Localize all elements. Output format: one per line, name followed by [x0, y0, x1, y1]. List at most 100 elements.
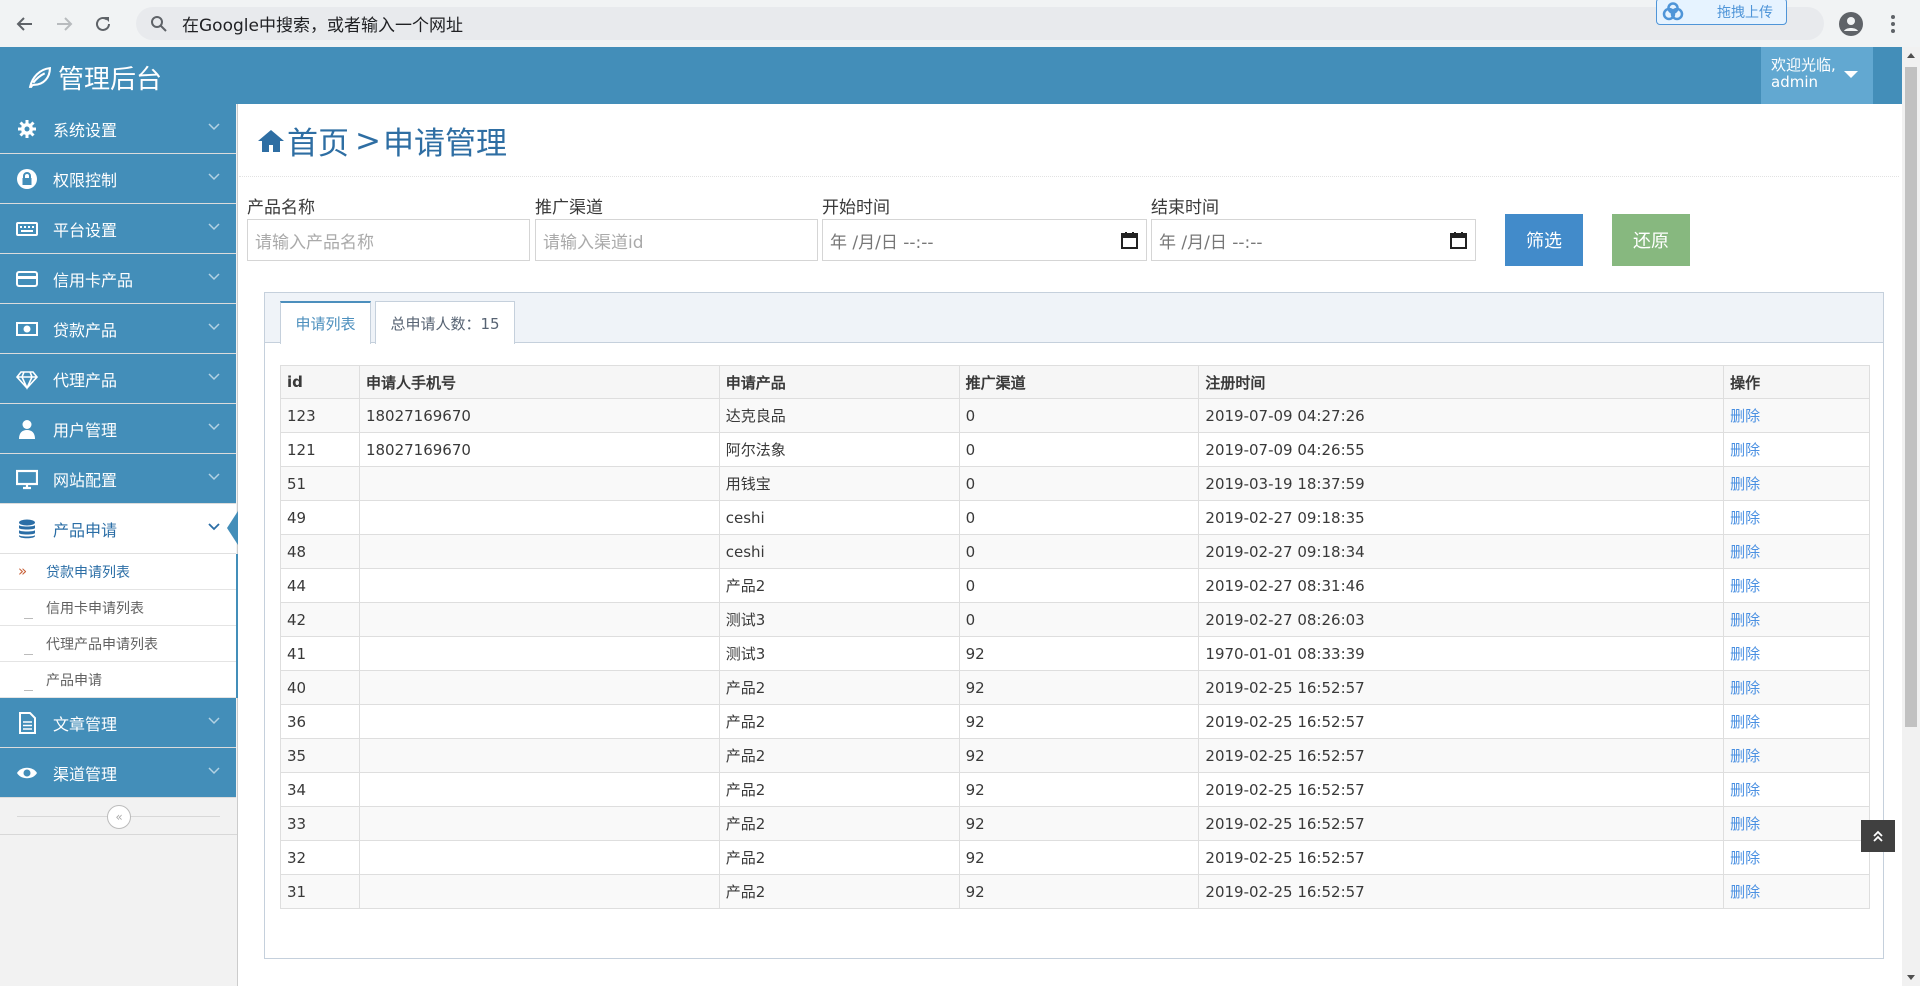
cell-product: 产品2 [718, 840, 960, 875]
scrollbar-thumb[interactable] [1905, 67, 1917, 727]
cell-id: 123 [280, 398, 360, 433]
main-content: 首页 > 申请管理 产品名称 请输入产品名称 推广渠道 请输入渠道id 开始时间… [239, 104, 1899, 986]
column-header-id[interactable]: id [280, 365, 360, 399]
title-divider [239, 176, 1899, 177]
cell-product: 产品2 [718, 874, 960, 909]
product-name-input[interactable]: 请输入产品名称 [247, 219, 530, 261]
submenu-item-agent-product-applications[interactable]: 代理产品申请列表 [0, 626, 236, 662]
cell-product: ceshi [718, 534, 960, 569]
account-icon[interactable] [1838, 11, 1864, 37]
submenu-item-credit-card-applications[interactable]: 信用卡申请列表 [0, 590, 236, 626]
delete-link[interactable]: 删除 [1730, 543, 1760, 561]
breadcrumb-home[interactable]: 首页 [287, 118, 349, 163]
cell-channel: 0 [958, 398, 1200, 433]
channel-input[interactable]: 请输入渠道id [535, 219, 818, 261]
sidebar-item-loan-products[interactable]: 贷款产品 [0, 304, 236, 354]
scroll-up-arrow[interactable] [1907, 53, 1915, 58]
scroll-down-arrow[interactable] [1907, 975, 1915, 980]
cell-registered: 2019-02-27 08:31:46 [1198, 568, 1725, 603]
cell-channel: 0 [958, 534, 1200, 569]
sidebar-item-system-settings[interactable]: 系统设置 [0, 104, 236, 154]
search-icon [151, 15, 167, 32]
delete-link[interactable]: 删除 [1730, 407, 1760, 425]
cell-actions: 删除 [1723, 772, 1870, 807]
breadcrumb: 首页 > 申请管理 [257, 118, 507, 163]
delete-link[interactable]: 删除 [1730, 645, 1760, 663]
calendar-icon[interactable] [1121, 231, 1138, 249]
cell-id: 33 [280, 806, 360, 841]
sidebar-item-credit-card-products[interactable]: 信用卡产品 [0, 254, 236, 304]
sidebar-item-agent-products[interactable]: 代理产品 [0, 354, 236, 404]
reset-button[interactable]: 还原 [1612, 214, 1690, 266]
column-header-product[interactable]: 申请产品 [718, 365, 960, 399]
table-row: 36 产品2 92 2019-02-25 16:52:57 删除 [280, 704, 1870, 739]
sidebar-collapse-bar: « [0, 798, 237, 835]
delete-link[interactable]: 删除 [1730, 577, 1760, 595]
cell-registered: 2019-03-19 18:37:59 [1198, 466, 1725, 501]
applications-panel: 申请列表 总申请人数：15 id 申请人手机号 申请产品 推广渠道 注册时间 操… [264, 292, 1884, 959]
table-row: 41 测试3 92 1970-01-01 08:33:39 删除 [280, 636, 1870, 671]
forward-button[interactable] [51, 11, 77, 37]
end-time-input[interactable]: 年 /月/日 --:-- [1151, 219, 1476, 261]
delete-link[interactable]: 删除 [1730, 713, 1760, 731]
cell-actions: 删除 [1723, 636, 1870, 671]
column-header-channel[interactable]: 推广渠道 [958, 365, 1200, 399]
user-menu[interactable]: 欢迎光临, admin [1761, 47, 1873, 104]
column-header-registered[interactable]: 注册时间 [1198, 365, 1725, 399]
eye-icon [16, 762, 38, 784]
vertical-scrollbar[interactable] [1902, 47, 1920, 986]
chevron-down-icon [208, 473, 220, 481]
tab-total-applicants[interactable]: 总申请人数：15 [375, 301, 515, 344]
sidebar-item-user-management[interactable]: 用户管理 [0, 404, 236, 454]
cell-channel: 0 [958, 432, 1200, 467]
arrow-right-icon [57, 16, 73, 31]
sidebar-item-label: 文章管理 [53, 714, 118, 734]
delete-link[interactable]: 删除 [1730, 679, 1760, 697]
delete-link[interactable]: 删除 [1730, 883, 1760, 901]
brand[interactable]: 管理后台 [27, 59, 162, 96]
back-to-top-button[interactable] [1861, 820, 1895, 852]
sidebar-item-label: 权限控制 [53, 170, 118, 190]
sidebar-item-website-config[interactable]: 网站配置 [0, 454, 236, 504]
submenu-item-loan-applications[interactable]: » 贷款申请列表 [0, 554, 236, 590]
table-row: 44 产品2 0 2019-02-27 08:31:46 删除 [280, 568, 1870, 603]
cell-channel: 92 [958, 806, 1200, 841]
drag-upload-badge[interactable]: 拖拽上传 [1656, 0, 1787, 25]
sidebar-item-article-management[interactable]: 文章管理 [0, 698, 236, 748]
address-bar[interactable]: 在Google中搜索，或者输入一个网址 [136, 7, 1824, 40]
product-name-label: 产品名称 [247, 198, 315, 218]
cell-phone [358, 840, 720, 875]
delete-link[interactable]: 删除 [1730, 441, 1760, 459]
start-time-placeholder: 年 /月/日 --:-- [830, 232, 934, 253]
filter-button[interactable]: 筛选 [1505, 214, 1583, 266]
double-chevron-left-icon[interactable]: « [107, 805, 131, 829]
cell-id: 44 [280, 568, 360, 603]
sidebar-item-label: 用户管理 [53, 420, 118, 440]
cell-id: 40 [280, 670, 360, 705]
cell-registered: 2019-02-25 16:52:57 [1198, 806, 1725, 841]
sidebar-item-channel-management[interactable]: 渠道管理 [0, 748, 236, 798]
back-button[interactable] [12, 11, 38, 37]
submenu-item-product-applications[interactable]: 产品申请 [0, 662, 236, 698]
cell-phone [358, 500, 720, 535]
start-time-input[interactable]: 年 /月/日 --:-- [822, 219, 1147, 261]
reload-button[interactable] [90, 11, 116, 37]
browser-menu-button[interactable] [1886, 11, 1900, 37]
table-header-row: id 申请人手机号 申请产品 推广渠道 注册时间 操作 [280, 365, 1870, 399]
table-body: 123 18027169670 达克良品 0 2019-07-09 04:27:26 删除… [280, 398, 1870, 909]
home-icon [258, 129, 284, 152]
delete-link[interactable]: 删除 [1730, 781, 1760, 799]
delete-link[interactable]: 删除 [1730, 509, 1760, 527]
column-header-phone[interactable]: 申请人手机号 [358, 365, 720, 399]
tab-application-list[interactable]: 申请列表 [280, 301, 371, 344]
delete-link[interactable]: 删除 [1730, 815, 1760, 833]
delete-link[interactable]: 删除 [1730, 611, 1760, 629]
sidebar-item-permissions[interactable]: 权限控制 [0, 154, 236, 204]
cell-actions: 删除 [1723, 806, 1870, 841]
delete-link[interactable]: 删除 [1730, 849, 1760, 867]
delete-link[interactable]: 删除 [1730, 747, 1760, 765]
sidebar-item-product-applications[interactable]: 产品申请 [0, 504, 238, 554]
calendar-icon[interactable] [1450, 231, 1467, 249]
sidebar-item-platform-settings[interactable]: 平台设置 [0, 204, 236, 254]
delete-link[interactable]: 删除 [1730, 475, 1760, 493]
